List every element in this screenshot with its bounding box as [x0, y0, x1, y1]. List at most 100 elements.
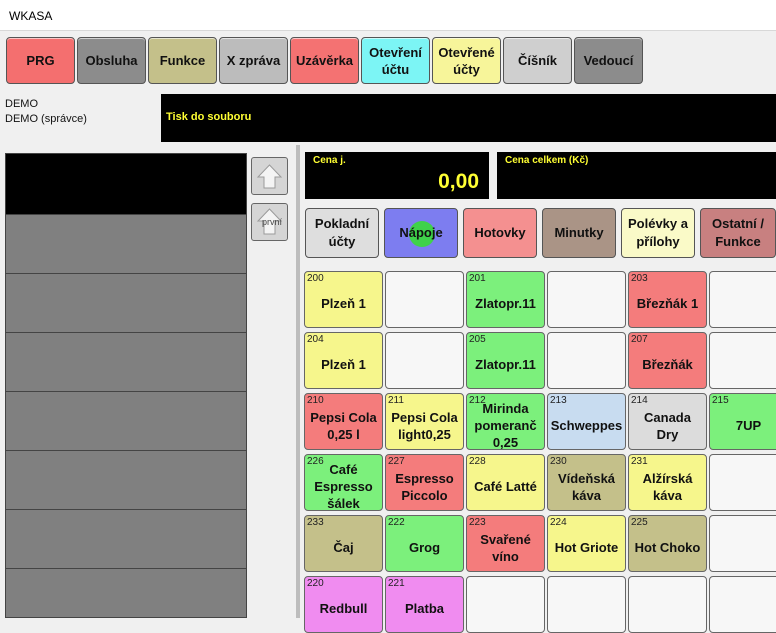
product-tile[interactable]: 222 Grog [385, 515, 464, 572]
product-tile[interactable]: 220 Redbull [304, 576, 383, 633]
list-item[interactable] [6, 332, 246, 391]
empty-tile[interactable] [385, 332, 464, 389]
product-label [467, 585, 544, 632]
first-label: první [262, 217, 283, 227]
list-item[interactable] [6, 214, 246, 273]
scroll-up-button[interactable] [251, 157, 288, 195]
category-label: Polévky a přílohy [628, 216, 688, 249]
product-label: Čaj [333, 540, 354, 555]
toolbar-button-1[interactable]: Obsluha [77, 37, 146, 84]
product-label: Schweppes [550, 418, 623, 433]
product-tile[interactable]: 213 Schweppes [547, 393, 626, 450]
category-tab-5[interactable]: Ostatní / Funkce [700, 208, 776, 258]
product-tile[interactable]: 228 Café Latté [466, 454, 545, 511]
product-tile[interactable]: 211 Pepsi Cola light0,25 [385, 393, 464, 450]
toolbar-button-4[interactable]: Uzávěrka [290, 37, 359, 84]
product-label: Pepsi Cola 0,25 l [310, 409, 377, 442]
empty-tile[interactable] [466, 576, 545, 633]
product-tile[interactable]: 212 Mirinda pomeranč 0,25 [466, 393, 545, 450]
product-label: Plzeň 1 [321, 357, 366, 372]
category-tab-4[interactable]: Polévky a přílohy [621, 208, 695, 258]
toolbar-button-6[interactable]: Otevřené účty [432, 37, 501, 84]
product-tile[interactable]: 201 Zlatopr.11 [466, 271, 545, 328]
status-bar: Tisk do souboru [161, 94, 776, 142]
toolbar-button-8[interactable]: Vedoucí [574, 37, 643, 84]
product-tile[interactable]: 231 Alžírská káva [628, 454, 707, 511]
unit-price-display: Cena j. 0,00 [305, 152, 489, 199]
toolbar-button-0[interactable]: PRG [6, 37, 75, 84]
product-label: Canada Dry [644, 409, 691, 442]
product-label [710, 341, 776, 388]
window-title: WKASA [9, 9, 53, 23]
product-label [710, 280, 776, 327]
product-tile[interactable]: 215 7UP [709, 393, 776, 450]
toolbar-button-7[interactable]: Číšník [503, 37, 572, 84]
list-item[interactable] [6, 509, 246, 568]
product-tile[interactable]: 230 Vídeňská káva [547, 454, 626, 511]
product-label: Mirinda pomeranč 0,25 [474, 401, 537, 450]
product-tile[interactable]: 214 Canada Dry [628, 393, 707, 450]
product-label: Grog [408, 540, 441, 555]
toolbar-button-2[interactable]: Funkce [148, 37, 217, 84]
product-label: Březňák [642, 357, 693, 372]
empty-tile[interactable] [709, 576, 776, 633]
empty-tile[interactable] [385, 271, 464, 328]
product-tile[interactable]: 225 Hot Choko [628, 515, 707, 572]
product-label: Alžírská káva [642, 470, 693, 503]
empty-tile[interactable] [709, 332, 776, 389]
product-label: Březňák 1 [636, 296, 699, 311]
product-tile[interactable]: 204 Plzeň 1 [304, 332, 383, 389]
category-tab-2[interactable]: Hotovky [463, 208, 537, 258]
empty-tile[interactable] [709, 454, 776, 511]
total-price-label: Cena celkem (Kč) [505, 155, 589, 166]
unit-price-value: 0,00 [438, 170, 479, 193]
category-tab-0[interactable]: Pokladní účty [305, 208, 379, 258]
product-label [710, 585, 776, 632]
product-label: Redbull [319, 601, 368, 616]
list-item[interactable] [6, 391, 246, 450]
product-label: Zlatopr.11 [475, 296, 536, 311]
product-label: Café Espresso šálek [314, 462, 373, 511]
scroll-first-button[interactable]: první [251, 203, 288, 241]
receipt-header [6, 154, 246, 214]
empty-tile[interactable] [628, 576, 707, 633]
empty-tile[interactable] [709, 515, 776, 572]
product-label: 7UP [735, 418, 762, 433]
product-tile[interactable]: 203 Březňák 1 [628, 271, 707, 328]
product-tile[interactable]: 210 Pepsi Cola 0,25 l [304, 393, 383, 450]
product-tile[interactable]: 224 Hot Griote [547, 515, 626, 572]
list-item[interactable] [6, 273, 246, 332]
product-label [386, 280, 463, 327]
category-tab-1[interactable]: Nápoje [384, 208, 458, 258]
product-tile[interactable]: 200 Plzeň 1 [304, 271, 383, 328]
product-tile[interactable]: 233 Čaj [304, 515, 383, 572]
total-price-display: Cena celkem (Kč) [497, 152, 776, 199]
product-label: Pepsi Cola light0,25 [391, 409, 458, 442]
product-label: Svařené víno [480, 531, 531, 564]
product-label [710, 524, 776, 571]
category-tab-3[interactable]: Minutky [542, 208, 616, 258]
product-tile[interactable]: 226 Café Espresso šálek [304, 454, 383, 511]
product-tile[interactable]: 227 Espresso Piccolo [385, 454, 464, 511]
product-tile[interactable]: 205 Zlatopr.11 [466, 332, 545, 389]
empty-tile[interactable] [547, 271, 626, 328]
window-titlebar: WKASA [0, 0, 776, 31]
product-tile[interactable]: 223 Svařené víno [466, 515, 545, 572]
empty-tile[interactable] [709, 271, 776, 328]
product-label [629, 585, 706, 632]
category-label: Nápoje [399, 225, 443, 240]
product-label: Hot Choko [634, 540, 701, 555]
empty-tile[interactable] [547, 576, 626, 633]
toolbar-button-3[interactable]: X zpráva [219, 37, 288, 84]
category-label: Ostatní / Funkce [711, 216, 764, 249]
empty-tile[interactable] [547, 332, 626, 389]
toolbar-button-5[interactable]: Otevření účtu [361, 37, 430, 84]
receipt-list[interactable] [5, 153, 247, 618]
category-label: Hotovky [474, 225, 526, 240]
product-label [710, 463, 776, 510]
list-item[interactable] [6, 450, 246, 509]
product-tile[interactable]: 221 Platba [385, 576, 464, 633]
list-item[interactable] [6, 568, 246, 617]
product-label [386, 341, 463, 388]
product-tile[interactable]: 207 Březňák [628, 332, 707, 389]
